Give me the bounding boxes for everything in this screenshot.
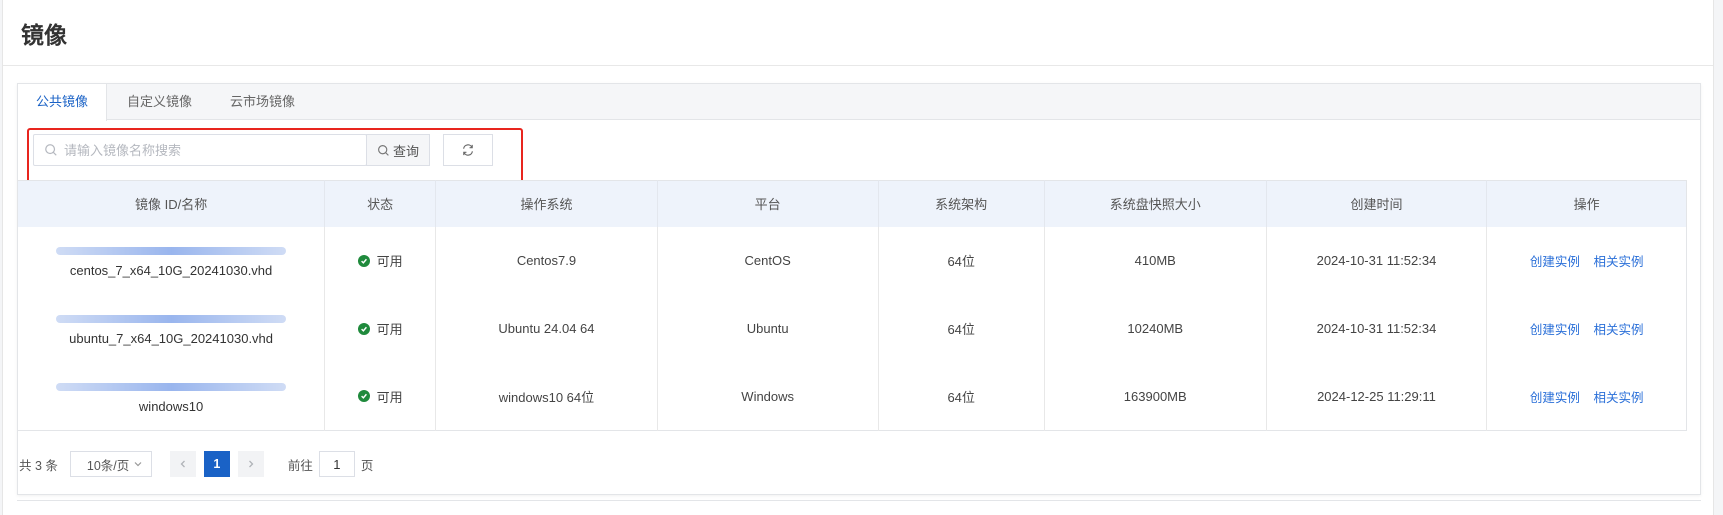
page: 镜像 公共镜像 自定义镜像 云市场镜像 查询 <box>2 0 1714 515</box>
cell-snapshot-size: 10240MB <box>1044 294 1267 363</box>
related-instances-link[interactable]: 相关实例 <box>1593 255 1643 269</box>
cell-id-name: ubuntu_7_x64_10G_20241030.vhd <box>17 294 326 363</box>
redacted-id <box>56 382 287 391</box>
table-row: windows10 可用 windows10 64位 Windows 64位 1… <box>17 362 1687 431</box>
status-badge: 可用 <box>357 387 403 406</box>
create-instance-link[interactable]: 创建实例 <box>1530 255 1580 269</box>
tab-marketplace-images[interactable]: 云市场镜像 <box>212 84 313 120</box>
status-badge: 可用 <box>357 251 403 270</box>
column-header-created-time: 创建时间 <box>1266 180 1488 227</box>
cell-status: 可用 <box>324 294 437 363</box>
goto-page-input[interactable] <box>318 451 355 477</box>
image-id-link[interactable] <box>18 311 324 327</box>
page-title: 镜像 <box>21 21 67 48</box>
toolbar: 查询 <box>18 120 1700 186</box>
pagination: 共 3 条 10条/页 1 前往 页 <box>19 450 373 478</box>
check-circle-icon <box>357 254 370 267</box>
column-header-snapshot-size: 系统盘快照大小 <box>1044 180 1267 227</box>
cell-snapshot-size: 163900MB <box>1044 362 1267 431</box>
cell-actions: 创建实例 相关实例 <box>1487 363 1687 431</box>
page-size-value: 10条/页 <box>86 458 130 473</box>
cell-status: 可用 <box>324 362 437 431</box>
cell-id-name: windows10 <box>17 362 326 431</box>
cell-arch: 64位 <box>878 226 1045 295</box>
chevron-down-icon <box>134 462 142 467</box>
cell-platform: Windows <box>657 362 879 431</box>
total-count: 共 3 条 <box>19 458 58 473</box>
check-circle-icon <box>357 390 370 403</box>
table-row: centos_7_x64_10G_20241030.vhd 可用 Centos7… <box>17 226 1687 295</box>
goto-suffix: 页 <box>360 458 374 473</box>
table-header-row: 镜像 ID/名称 状态 操作系统 平台 系统架构 系统盘快照大小 创建时间 操作 <box>17 180 1687 227</box>
tab-public-images[interactable]: 公共镜像 <box>18 84 108 121</box>
status-badge: 可用 <box>357 319 403 338</box>
column-header-os: 操作系统 <box>435 180 658 227</box>
column-header-platform: 平台 <box>657 180 879 227</box>
column-header-arch: 系统架构 <box>878 180 1045 227</box>
tab-custom-images[interactable]: 自定义镜像 <box>109 84 210 120</box>
prev-page-button[interactable] <box>169 451 196 477</box>
column-header-actions: 操作 <box>1486 180 1687 227</box>
status-text: 可用 <box>376 389 403 405</box>
image-name: centos_7_x64_10G_20241030.vhd <box>69 263 273 278</box>
image-table: 镜像 ID/名称 状态 操作系统 平台 系统架构 系统盘快照大小 创建时间 操作… <box>17 180 1687 431</box>
query-button-label: 查询 <box>392 143 419 159</box>
redacted-id <box>56 247 287 255</box>
next-page-button[interactable] <box>237 451 264 477</box>
cell-os: windows10 64位 <box>435 362 658 431</box>
cell-created-time: 2024-10-31 11:52:34 <box>1266 226 1488 295</box>
column-header-status: 状态 <box>324 180 437 227</box>
check-circle-icon <box>357 322 370 335</box>
column-header-id-name: 镜像 ID/名称 <box>17 180 326 227</box>
cell-id-name: centos_7_x64_10G_20241030.vhd <box>17 226 326 295</box>
page-header: 镜像 <box>3 0 1713 66</box>
status-text: 可用 <box>376 254 403 269</box>
search-box[interactable] <box>33 134 367 166</box>
cell-os: Centos7.9 <box>435 226 658 295</box>
cell-arch: 64位 <box>878 294 1045 363</box>
refresh-button[interactable] <box>443 134 493 166</box>
cell-created-time: 2024-10-31 11:52:34 <box>1266 294 1488 363</box>
divider <box>17 500 1701 501</box>
image-id-link[interactable] <box>18 243 324 259</box>
search-input[interactable] <box>64 142 334 158</box>
image-id-link[interactable] <box>18 379 324 395</box>
chevron-left-icon <box>180 460 185 468</box>
goto-label: 前往 <box>287 458 313 473</box>
related-instances-link[interactable]: 相关实例 <box>1593 391 1643 405</box>
search-icon <box>45 144 57 156</box>
cell-os: Ubuntu 24.04 64 <box>435 294 658 363</box>
cell-status: 可用 <box>324 226 437 295</box>
redacted-id <box>56 315 287 323</box>
image-name: ubuntu_7_x64_10G_20241030.vhd <box>69 331 274 346</box>
search-icon <box>378 144 389 156</box>
page-size-select[interactable]: 10条/页 <box>69 451 152 477</box>
cell-snapshot-size: 410MB <box>1044 226 1267 295</box>
create-instance-link[interactable]: 创建实例 <box>1530 391 1580 405</box>
related-instances-link[interactable]: 相关实例 <box>1593 323 1643 337</box>
cell-actions: 创建实例 相关实例 <box>1487 227 1687 295</box>
cell-platform: Ubuntu <box>657 294 879 363</box>
table-row: ubuntu_7_x64_10G_20241030.vhd 可用 Ubuntu … <box>17 294 1687 363</box>
page-number-current[interactable]: 1 <box>203 451 230 477</box>
create-instance-link[interactable]: 创建实例 <box>1530 323 1580 337</box>
cell-arch: 64位 <box>878 362 1045 431</box>
refresh-icon <box>463 144 473 156</box>
image-name: windows10 <box>138 398 204 414</box>
cell-actions: 创建实例 相关实例 <box>1487 295 1687 363</box>
tab-bar: 公共镜像 自定义镜像 云市场镜像 <box>18 84 1700 121</box>
cell-platform: CentOS <box>657 226 879 295</box>
cell-created-time: 2024-12-25 11:29:11 <box>1266 362 1488 431</box>
query-button[interactable]: 查询 <box>366 134 430 166</box>
status-text: 可用 <box>376 322 403 337</box>
chevron-right-icon <box>248 460 254 468</box>
